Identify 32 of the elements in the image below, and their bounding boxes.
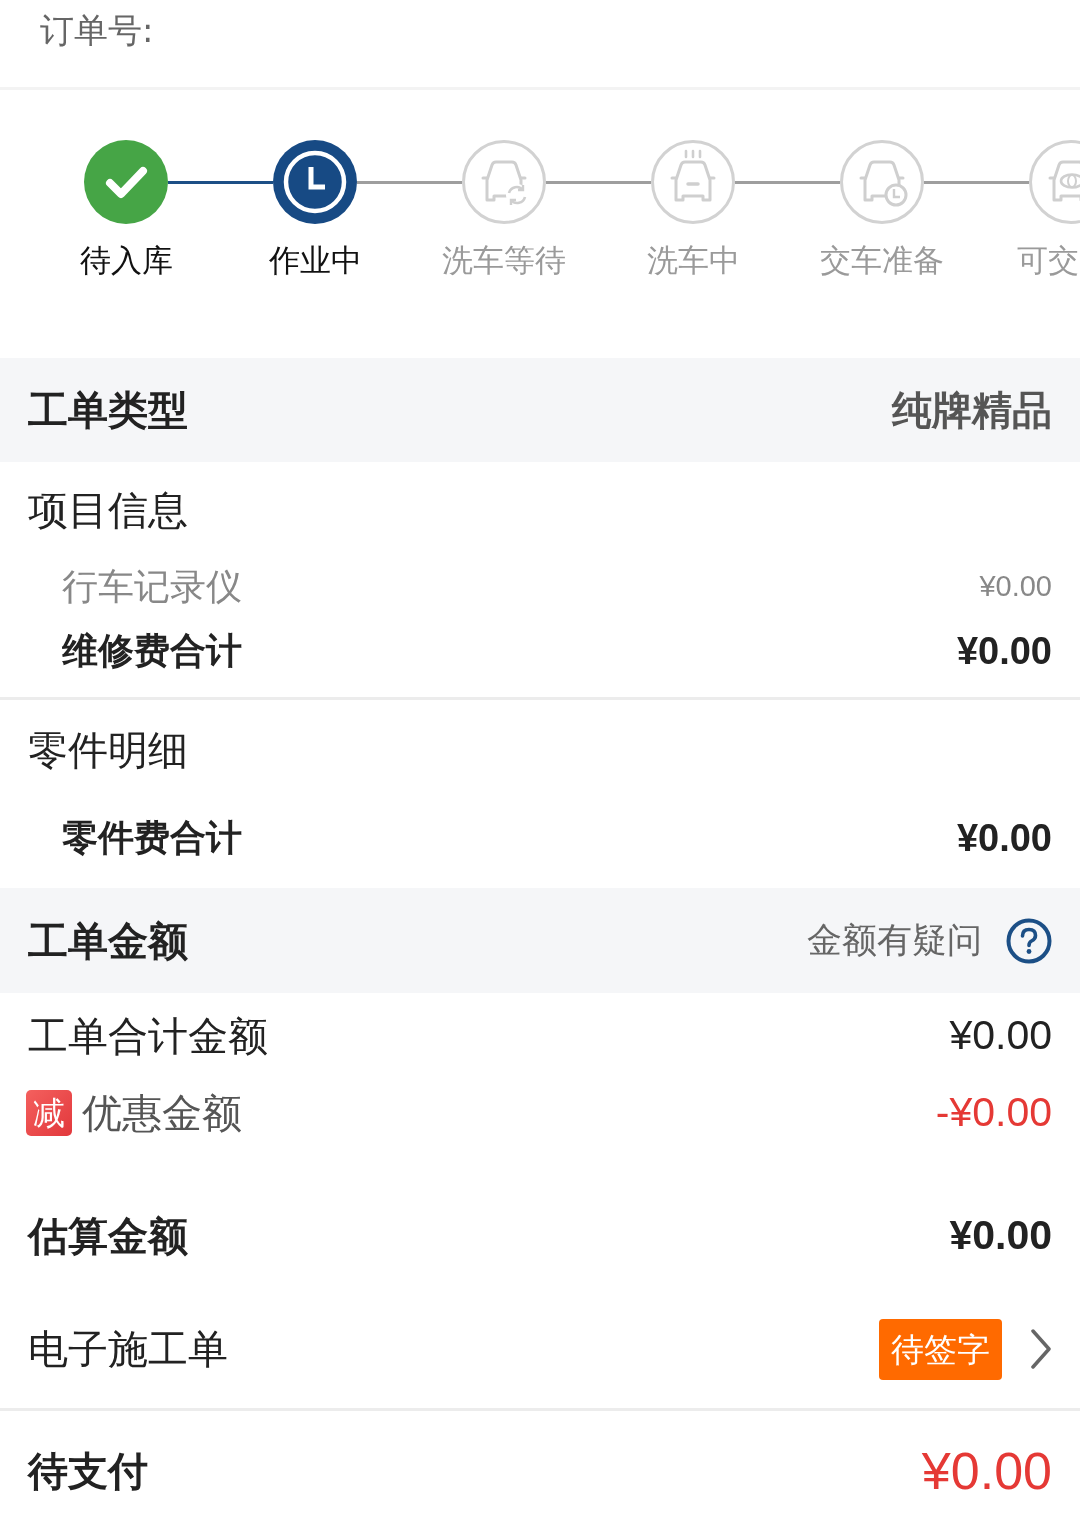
estimate-label: 估算金额 <box>28 1212 188 1261</box>
section-title: 零件明细 <box>28 726 188 775</box>
discount-tag: 减 <box>26 1090 72 1136</box>
step-label: 洗车等待 <box>442 242 566 278</box>
estimate-amount: ¥0.00 <box>949 1211 1052 1261</box>
subtotal-amount: ¥0.00 <box>956 628 1052 674</box>
section-title: 工单金额 <box>28 916 188 966</box>
discount-label: 优惠金额 <box>82 1089 242 1138</box>
step-label: 洗车中 <box>646 242 740 278</box>
chevron-right-icon[interactable] <box>1030 1329 1052 1369</box>
step-label: 可交 <box>1016 242 1079 278</box>
section-title: 项目信息 <box>28 486 188 535</box>
payment-due-amount: ¥0.00 <box>921 1440 1052 1502</box>
amount-value: ¥0.00 <box>949 1011 1052 1061</box>
amount-label: 工单合计金额 <box>28 1012 268 1061</box>
payment-due-label: 待支付 <box>28 1446 148 1496</box>
step-label: 作业中 <box>268 242 362 278</box>
amount-query-link[interactable]: 金额有疑问 <box>807 914 982 967</box>
e-work-order-label: 电子施工单 <box>28 1325 228 1374</box>
subtotal-label: 零件费合计 <box>62 816 242 860</box>
step-label: 待入库 <box>79 242 173 278</box>
step-label: 交车准备 <box>820 242 944 278</box>
order-number-label: 订单号: <box>40 10 154 50</box>
work-order-type-value: 纯牌精品 <box>892 386 1052 435</box>
discount-amount: -¥0.00 <box>935 1088 1052 1138</box>
subtotal-label: 维修费合计 <box>62 629 242 673</box>
section-title: 工单类型 <box>28 386 188 435</box>
subtotal-amount: ¥0.00 <box>956 815 1052 861</box>
item-amount: ¥0.00 <box>979 569 1052 605</box>
item-name: 行车记录仪 <box>62 565 242 609</box>
signature-status-badge: 待签字 <box>879 1318 1002 1380</box>
help-icon[interactable] <box>1006 917 1052 964</box>
